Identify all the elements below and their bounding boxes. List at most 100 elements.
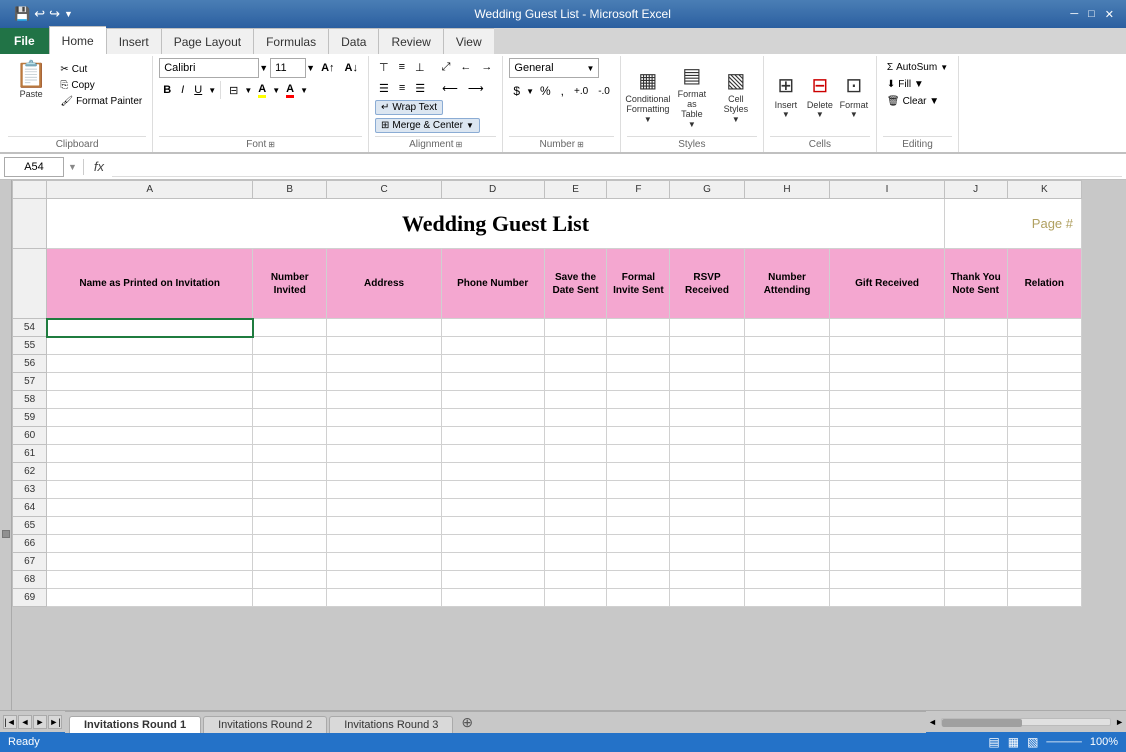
- cell-60-col4[interactable]: [544, 427, 607, 445]
- format-cells-button[interactable]: ⊡ Format ▼: [838, 70, 870, 123]
- bold-button[interactable]: B: [159, 81, 175, 99]
- cell-69-col1[interactable]: [253, 589, 327, 607]
- cell-68-col5[interactable]: [607, 571, 670, 589]
- cell-68-col2[interactable]: [327, 571, 441, 589]
- cell-67-col7[interactable]: [744, 553, 830, 571]
- cell-55-col5[interactable]: [607, 337, 670, 355]
- font-size-dropdown[interactable]: ▼: [306, 63, 315, 73]
- cell-66-col8[interactable]: [830, 535, 944, 553]
- cell-54-col0[interactable]: [47, 319, 253, 337]
- copy-button[interactable]: ⎘ Copy: [56, 78, 146, 93]
- cell-58-col5[interactable]: [607, 391, 670, 409]
- col-header-D[interactable]: D: [441, 181, 544, 199]
- cell-65-col8[interactable]: [830, 517, 944, 535]
- italic-button[interactable]: I: [177, 81, 188, 99]
- cell-54-col5[interactable]: [607, 319, 670, 337]
- fill-color-dropdown[interactable]: ▼: [272, 86, 280, 95]
- cell-61-col9[interactable]: [944, 445, 1007, 463]
- cell-62-col5[interactable]: [607, 463, 670, 481]
- cell-62-col4[interactable]: [544, 463, 607, 481]
- cell-63-col6[interactable]: [670, 481, 744, 499]
- cell-66-col7[interactable]: [744, 535, 830, 553]
- cell-64-col9[interactable]: [944, 499, 1007, 517]
- cell-69-col7[interactable]: [744, 589, 830, 607]
- cell-57-col7[interactable]: [744, 373, 830, 391]
- col-header-G[interactable]: G: [670, 181, 744, 199]
- fill-color-btn[interactable]: A: [254, 81, 270, 99]
- text-direction-btn[interactable]: ⤢: [438, 58, 455, 76]
- font-expand-icon[interactable]: ⊞: [268, 140, 275, 149]
- sheet-tab-2[interactable]: Invitations Round 3: [329, 716, 453, 733]
- cell-66-col6[interactable]: [670, 535, 744, 553]
- cell-54-col6[interactable]: [670, 319, 744, 337]
- row-num-56[interactable]: 56: [13, 355, 47, 373]
- merge-dropdown[interactable]: ▼: [466, 121, 474, 130]
- cell-69-col5[interactable]: [607, 589, 670, 607]
- tab-insert[interactable]: Insert: [106, 28, 161, 54]
- cell-60-col1[interactable]: [253, 427, 327, 445]
- col-header-C[interactable]: C: [327, 181, 441, 199]
- font-name-dropdown[interactable]: ▼: [259, 63, 268, 73]
- tab-view[interactable]: View: [443, 28, 494, 54]
- align-center-btn[interactable]: ≡: [395, 79, 409, 97]
- redo-icon[interactable]: ↪: [49, 6, 60, 22]
- cell-55-col4[interactable]: [544, 337, 607, 355]
- h-scroll-track[interactable]: [941, 718, 1111, 726]
- cell-69-col2[interactable]: [327, 589, 441, 607]
- cell-60-col10[interactable]: [1007, 427, 1081, 445]
- align-top-btn[interactable]: ⊤: [375, 58, 393, 76]
- cell-61-col10[interactable]: [1007, 445, 1081, 463]
- cell-54-col9[interactable]: [944, 319, 1007, 337]
- cell-66-col0[interactable]: [47, 535, 253, 553]
- cell-56-col1[interactable]: [253, 355, 327, 373]
- indent-less-btn[interactable]: ←: [456, 58, 475, 76]
- cell-56-col0[interactable]: [47, 355, 253, 373]
- cell-60-col3[interactable]: [441, 427, 544, 445]
- cell-59-col2[interactable]: [327, 409, 441, 427]
- cell-67-col10[interactable]: [1007, 553, 1081, 571]
- view-normal-btn[interactable]: ▤: [988, 735, 999, 749]
- cell-58-col3[interactable]: [441, 391, 544, 409]
- cell-68-col4[interactable]: [544, 571, 607, 589]
- undo-icon[interactable]: ↩: [34, 6, 45, 22]
- cell-62-col2[interactable]: [327, 463, 441, 481]
- cell-55-col7[interactable]: [744, 337, 830, 355]
- cell-58-col4[interactable]: [544, 391, 607, 409]
- h-scrollbar[interactable]: ◄ ►: [926, 717, 1126, 727]
- row-num-58[interactable]: 58: [13, 391, 47, 409]
- col-header-F[interactable]: F: [607, 181, 670, 199]
- tab-data[interactable]: Data: [328, 28, 378, 54]
- cell-58-col0[interactable]: [47, 391, 253, 409]
- cell-66-col5[interactable]: [607, 535, 670, 553]
- cell-64-col2[interactable]: [327, 499, 441, 517]
- cell-68-col10[interactable]: [1007, 571, 1081, 589]
- cell-59-col10[interactable]: [1007, 409, 1081, 427]
- cell-56-col4[interactable]: [544, 355, 607, 373]
- underline-button[interactable]: U: [190, 81, 206, 99]
- cell-61-col0[interactable]: [47, 445, 253, 463]
- cell-56-col7[interactable]: [744, 355, 830, 373]
- decrease-decimal-btn[interactable]: -.0: [594, 82, 614, 100]
- cell-67-col5[interactable]: [607, 553, 670, 571]
- cell-59-col8[interactable]: [830, 409, 944, 427]
- increase-font-btn[interactable]: A↑: [317, 59, 338, 77]
- cell-61-col4[interactable]: [544, 445, 607, 463]
- maximize-btn[interactable]: □: [1084, 8, 1099, 21]
- tab-next-btn[interactable]: ►: [33, 715, 47, 729]
- close-btn[interactable]: ✕: [1101, 8, 1118, 21]
- cell-57-col1[interactable]: [253, 373, 327, 391]
- cell-63-col8[interactable]: [830, 481, 944, 499]
- fill-button[interactable]: ⬇ Fill ▼: [883, 77, 952, 92]
- cell-54-col1[interactable]: [253, 319, 327, 337]
- row-num-60[interactable]: 60: [13, 427, 47, 445]
- sheet-tab-0[interactable]: Invitations Round 1: [69, 716, 201, 733]
- currency-btn[interactable]: $: [509, 82, 524, 100]
- cell-61-col7[interactable]: [744, 445, 830, 463]
- align-right-btn[interactable]: ☰: [411, 79, 429, 97]
- ltr-btn[interactable]: ⟶: [464, 79, 488, 97]
- cell-60-col8[interactable]: [830, 427, 944, 445]
- tab-file[interactable]: File: [0, 28, 49, 54]
- border-button[interactable]: ⊟: [225, 81, 242, 99]
- cell-56-col2[interactable]: [327, 355, 441, 373]
- hscroll-left-btn[interactable]: ◄: [926, 717, 939, 727]
